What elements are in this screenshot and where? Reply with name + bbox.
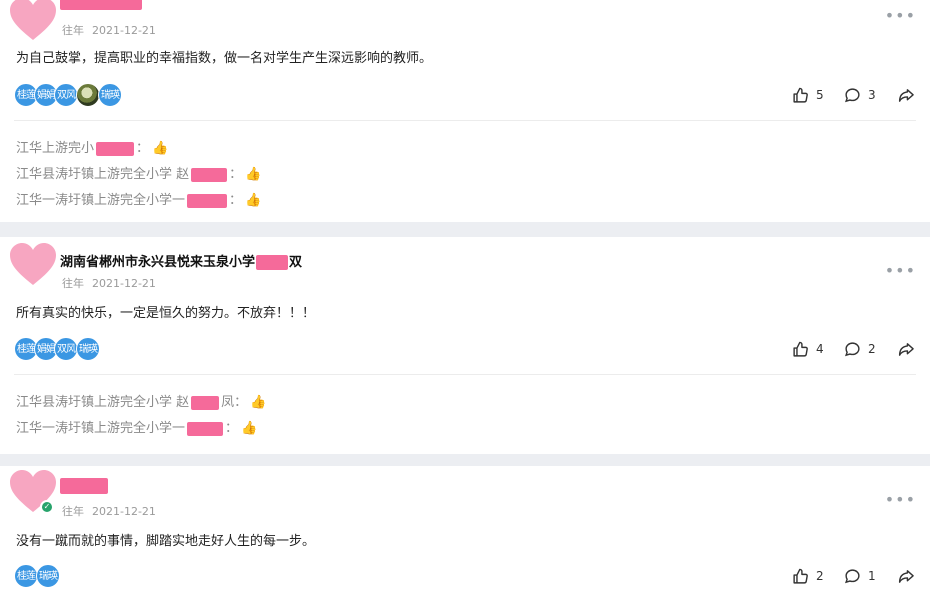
avatar[interactable]	[8, 0, 58, 40]
username[interactable]	[60, 478, 108, 494]
reaction-row: 江华一涛圩镇上游完全小学一 ： 👍	[16, 417, 257, 436]
like-count: 5	[816, 88, 824, 102]
post-card: 往年 2021-12-21 ••• 为自己鼓掌，提高职业的幸福指数，做一名对学生产…	[0, 0, 930, 222]
reaction-author[interactable]: 江华上游完小	[16, 141, 94, 156]
post-date: 2021-12-21	[92, 24, 156, 37]
post-actions: 4 2	[792, 338, 916, 360]
share-arrow-icon	[898, 569, 914, 583]
comment-bubble-icon	[845, 568, 860, 583]
redacted-name	[191, 395, 220, 410]
thumbs-up-icon	[793, 341, 808, 357]
reaction-author[interactable]: 江华县涛圩镇上游完全小学 赵	[16, 395, 189, 410]
like-count: 2	[816, 569, 824, 583]
post-card: ✓ 往年 2021-12-21 ••• 没有一蹴而就的事情，脚踏实地走好人生的每一…	[0, 466, 930, 591]
reaction-row: 江华上游完小 ： 👍	[16, 137, 168, 156]
post-text: 没有一蹴而就的事情，脚踏实地走好人生的每一步。	[16, 534, 316, 549]
reaction-sep: ：	[229, 193, 243, 208]
thumbs-up-emoji-icon: 👍	[152, 141, 169, 156]
post-date: 2021-12-21	[92, 277, 156, 290]
more-dots-icon[interactable]: •••	[885, 261, 916, 280]
redacted-name	[96, 141, 135, 156]
redacted-name	[60, 478, 108, 494]
share-button[interactable]	[897, 565, 915, 587]
reaction-author[interactable]: 江华一涛圩镇上游完全小学一	[16, 421, 185, 436]
post-card: 湖南省郴州市永兴县悦来玉泉小学双 往年 2021-12-21 ••• 所有真实的快…	[0, 237, 930, 454]
post-text: 为自己鼓掌，提高职业的幸福指数，做一名对学生产生深远影响的教师。	[16, 51, 433, 66]
liker-avatar[interactable]: 瑞瑛	[36, 564, 60, 588]
comment-bubble-icon	[845, 341, 860, 356]
reaction-sep: ：	[225, 421, 239, 436]
feed: 往年 2021-12-21 ••• 为自己鼓掌，提高职业的幸福指数，做一名对学生产…	[0, 0, 930, 591]
post-actions: 5 3	[792, 84, 916, 106]
comment-button[interactable]: 1	[844, 565, 876, 587]
post-header: ✓ 往年 2021-12-21 •••	[0, 466, 930, 518]
redacted-name	[60, 0, 142, 10]
liker-avatar[interactable]: 瑞瑛	[98, 83, 122, 107]
post-meta: 往年 2021-12-21	[62, 275, 156, 291]
divider	[14, 120, 916, 121]
thumbs-up-icon	[793, 87, 808, 103]
heart-sticker-icon	[10, 243, 56, 285]
avatar[interactable]	[8, 243, 58, 285]
thumbs-up-emoji-icon: 👍	[245, 193, 262, 208]
share-arrow-icon	[898, 88, 914, 102]
like-button[interactable]: 2	[792, 565, 824, 587]
more-dots-icon[interactable]: •••	[885, 490, 916, 509]
liker-avatar[interactable]: 桂莲	[14, 564, 38, 588]
post-actions: 2 1	[792, 565, 916, 587]
post-time: 往年	[62, 24, 84, 37]
like-button[interactable]: 5	[792, 84, 824, 106]
reaction-row: 江华一涛圩镇上游完全小学一 ： 👍	[16, 189, 261, 208]
username[interactable]: 湖南省郴州市永兴县悦来玉泉小学双	[60, 251, 302, 270]
liker-avatar[interactable]: 双风	[54, 83, 78, 107]
comment-count: 3	[868, 88, 876, 102]
comment-count: 1	[868, 569, 876, 583]
liker-avatar[interactable]: 双风	[54, 337, 78, 361]
post-meta: 往年 2021-12-21	[62, 22, 156, 38]
liker-avatars[interactable]: 桂莲 娟娟 双风 瑞瑛	[14, 83, 134, 107]
share-button[interactable]	[897, 84, 915, 106]
like-count: 4	[816, 342, 824, 356]
avatar[interactable]: ✓	[8, 470, 58, 514]
post-meta: 往年 2021-12-21	[62, 503, 156, 519]
like-button[interactable]: 4	[792, 338, 824, 360]
post-time: 往年	[62, 505, 84, 518]
comment-button[interactable]: 3	[844, 84, 876, 106]
post-date: 2021-12-21	[92, 505, 156, 518]
liker-avatar-photo[interactable]	[76, 83, 100, 107]
share-arrow-icon	[898, 342, 914, 356]
thumbs-up-emoji-icon: 👍	[241, 421, 258, 436]
reaction-author[interactable]: 江华一涛圩镇上游完全小学一	[16, 193, 185, 208]
redacted-name	[191, 167, 228, 182]
more-dots-icon[interactable]: •••	[885, 6, 916, 25]
liker-avatar[interactable]: 瑞瑛	[76, 337, 100, 361]
verified-badge-icon: ✓	[40, 500, 54, 514]
thumbs-up-emoji-icon: 👍	[250, 395, 267, 410]
post-time: 往年	[62, 277, 84, 290]
reaction-sep: ：	[136, 141, 150, 156]
redacted-name	[187, 421, 224, 436]
comment-count: 2	[868, 342, 876, 356]
reaction-row: 江华县涛圩镇上游完全小学 赵 凤： 👍	[16, 391, 266, 410]
share-button[interactable]	[897, 338, 915, 360]
liker-avatars[interactable]: 桂莲 瑞瑛	[14, 564, 64, 588]
thumbs-up-icon	[793, 568, 808, 584]
post-text: 所有真实的快乐，一定是恒久的努力。不放弃！！！	[16, 306, 316, 321]
divider	[14, 374, 916, 375]
reaction-row: 江华县涛圩镇上游完全小学 赵 ： 👍	[16, 163, 261, 182]
redacted-name	[256, 255, 289, 270]
reaction-author[interactable]: 江华县涛圩镇上游完全小学 赵	[16, 167, 189, 182]
comment-button[interactable]: 2	[844, 338, 876, 360]
post-header: 往年 2021-12-21 •••	[0, 0, 930, 44]
liker-avatars[interactable]: 桂莲 娟娟 双风 瑞瑛	[14, 337, 104, 361]
username[interactable]	[60, 0, 142, 10]
reaction-sep: ：	[229, 167, 243, 182]
post-header: 湖南省郴州市永兴县悦来玉泉小学双 往年 2021-12-21 •••	[0, 237, 930, 290]
comment-bubble-icon	[845, 87, 860, 102]
heart-sticker-icon	[10, 0, 56, 40]
thumbs-up-emoji-icon: 👍	[245, 167, 262, 182]
redacted-name	[187, 193, 228, 208]
reaction-sep: 凤：	[221, 395, 248, 410]
